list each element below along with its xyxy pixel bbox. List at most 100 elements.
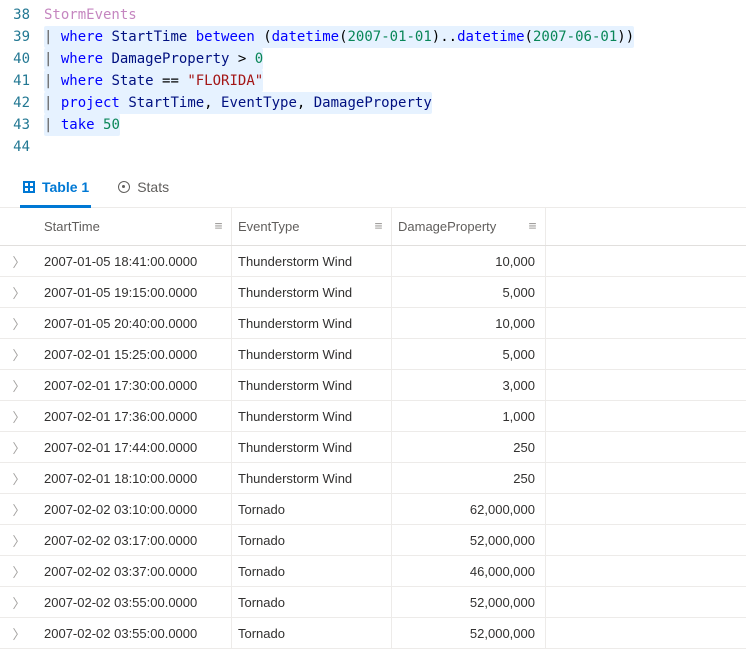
table-row[interactable]: 〉2007-01-05 20:40:00.0000Thunderstorm Wi…: [0, 308, 746, 339]
code-content[interactable]: | where DamageProperty > 0: [44, 48, 746, 70]
expand-row-icon[interactable]: 〉: [0, 624, 38, 643]
cell-damageproperty: 1,000: [392, 401, 546, 431]
editor-line[interactable]: 41| where State == "FLORIDA": [0, 70, 746, 92]
line-number: 44: [0, 136, 44, 158]
table-row[interactable]: 〉2007-02-02 03:55:00.0000Tornado52,000,0…: [0, 618, 746, 649]
expand-row-icon[interactable]: 〉: [0, 531, 38, 550]
column-menu-icon[interactable]: ≡: [365, 219, 391, 234]
code-content[interactable]: StormEvents: [44, 4, 746, 26]
table-row[interactable]: 〉2007-02-01 15:25:00.0000Thunderstorm Wi…: [0, 339, 746, 370]
cell-damageproperty: 52,000,000: [392, 525, 546, 555]
line-number: 38: [0, 4, 44, 26]
cell-starttime: 2007-02-01 17:44:00.0000: [38, 432, 232, 462]
line-number: 41: [0, 70, 44, 92]
cell-starttime: 2007-02-01 17:36:00.0000: [38, 401, 232, 431]
column-label: EventType: [232, 219, 365, 234]
cell-eventtype: Thunderstorm Wind: [232, 432, 392, 462]
table-row[interactable]: 〉2007-02-02 03:10:00.0000Tornado62,000,0…: [0, 494, 746, 525]
cell-eventtype: Tornado: [232, 587, 392, 617]
cell-eventtype: Thunderstorm Wind: [232, 339, 392, 369]
cell-eventtype: Thunderstorm Wind: [232, 401, 392, 431]
column-menu-icon[interactable]: ≡: [519, 219, 545, 234]
cell-starttime: 2007-01-05 19:15:00.0000: [38, 277, 232, 307]
expand-row-icon[interactable]: 〉: [0, 469, 38, 488]
cell-damageproperty: 5,000: [392, 277, 546, 307]
cell-eventtype: Thunderstorm Wind: [232, 246, 392, 276]
expand-row-icon[interactable]: 〉: [0, 252, 38, 271]
line-number: 42: [0, 92, 44, 114]
column-header-eventtype[interactable]: EventType ≡: [232, 208, 392, 245]
tab-stats[interactable]: Stats: [115, 173, 171, 208]
cell-starttime: 2007-01-05 20:40:00.0000: [38, 308, 232, 338]
column-label: StartTime: [38, 219, 205, 234]
stats-icon: [117, 180, 131, 194]
code-content[interactable]: | take 50: [44, 114, 746, 136]
expand-row-icon[interactable]: 〉: [0, 500, 38, 519]
expand-row-icon[interactable]: 〉: [0, 376, 38, 395]
cell-eventtype: Tornado: [232, 494, 392, 524]
table-header: StartTime ≡ EventType ≡ DamageProperty ≡: [0, 208, 746, 246]
cell-starttime: 2007-02-01 17:30:00.0000: [38, 370, 232, 400]
editor-line[interactable]: 43| take 50: [0, 114, 746, 136]
table-row[interactable]: 〉2007-02-02 03:37:00.0000Tornado46,000,0…: [0, 556, 746, 587]
expand-row-icon[interactable]: 〉: [0, 562, 38, 581]
expand-row-icon[interactable]: 〉: [0, 345, 38, 364]
cell-damageproperty: 10,000: [392, 308, 546, 338]
expand-row-icon[interactable]: 〉: [0, 283, 38, 302]
expand-row-icon[interactable]: 〉: [0, 438, 38, 457]
cell-eventtype: Tornado: [232, 556, 392, 586]
cell-damageproperty: 10,000: [392, 246, 546, 276]
cell-eventtype: Thunderstorm Wind: [232, 370, 392, 400]
tab-label: Stats: [137, 179, 169, 195]
code-content[interactable]: | where State == "FLORIDA": [44, 70, 746, 92]
cell-damageproperty: 250: [392, 432, 546, 462]
result-tabs: Table 1 Stats: [0, 164, 746, 208]
cell-damageproperty: 52,000,000: [392, 618, 546, 648]
cell-starttime: 2007-02-02 03:10:00.0000: [38, 494, 232, 524]
code-content[interactable]: [44, 136, 746, 158]
expand-row-icon[interactable]: 〉: [0, 407, 38, 426]
table-row[interactable]: 〉2007-01-05 19:15:00.0000Thunderstorm Wi…: [0, 277, 746, 308]
cell-damageproperty: 52,000,000: [392, 587, 546, 617]
column-header-damageproperty[interactable]: DamageProperty ≡: [392, 208, 546, 245]
column-label: DamageProperty: [392, 219, 519, 234]
expand-row-icon[interactable]: 〉: [0, 593, 38, 612]
cell-starttime: 2007-02-02 03:55:00.0000: [38, 587, 232, 617]
cell-starttime: 2007-02-02 03:37:00.0000: [38, 556, 232, 586]
cell-damageproperty: 62,000,000: [392, 494, 546, 524]
column-menu-icon[interactable]: ≡: [205, 219, 231, 234]
editor-line[interactable]: 39| where StartTime between (datetime(20…: [0, 26, 746, 48]
editor-line[interactable]: 42| project StartTime, EventType, Damage…: [0, 92, 746, 114]
line-number: 40: [0, 48, 44, 70]
expand-row-icon[interactable]: 〉: [0, 314, 38, 333]
cell-eventtype: Tornado: [232, 618, 392, 648]
table-row[interactable]: 〉2007-02-01 17:30:00.0000Thunderstorm Wi…: [0, 370, 746, 401]
table-row[interactable]: 〉2007-02-01 17:36:00.0000Thunderstorm Wi…: [0, 401, 746, 432]
cell-starttime: 2007-02-01 15:25:00.0000: [38, 339, 232, 369]
table-row[interactable]: 〉2007-02-02 03:55:00.0000Tornado52,000,0…: [0, 587, 746, 618]
code-content[interactable]: | project StartTime, EventType, DamagePr…: [44, 92, 746, 114]
tab-label: Table 1: [42, 179, 89, 195]
query-editor[interactable]: 38StormEvents39| where StartTime between…: [0, 0, 746, 164]
editor-line[interactable]: 40| where DamageProperty > 0: [0, 48, 746, 70]
cell-starttime: 2007-02-02 03:17:00.0000: [38, 525, 232, 555]
line-number: 39: [0, 26, 44, 48]
table-row[interactable]: 〉2007-02-01 18:10:00.0000Thunderstorm Wi…: [0, 463, 746, 494]
code-content[interactable]: | where StartTime between (datetime(2007…: [44, 26, 746, 48]
tab-table1[interactable]: Table 1: [20, 173, 91, 208]
line-number: 43: [0, 114, 44, 136]
table-icon: [22, 180, 36, 194]
cell-damageproperty: 5,000: [392, 339, 546, 369]
cell-damageproperty: 250: [392, 463, 546, 493]
cell-eventtype: Thunderstorm Wind: [232, 463, 392, 493]
results-table: StartTime ≡ EventType ≡ DamageProperty ≡…: [0, 208, 746, 649]
column-header-starttime[interactable]: StartTime ≡: [38, 208, 232, 245]
editor-line[interactable]: 38StormEvents: [0, 4, 746, 26]
table-row[interactable]: 〉2007-01-05 18:41:00.0000Thunderstorm Wi…: [0, 246, 746, 277]
editor-line[interactable]: 44: [0, 136, 746, 158]
cell-damageproperty: 3,000: [392, 370, 546, 400]
table-row[interactable]: 〉2007-02-02 03:17:00.0000Tornado52,000,0…: [0, 525, 746, 556]
cell-damageproperty: 46,000,000: [392, 556, 546, 586]
table-row[interactable]: 〉2007-02-01 17:44:00.0000Thunderstorm Wi…: [0, 432, 746, 463]
cell-starttime: 2007-02-02 03:55:00.0000: [38, 618, 232, 648]
